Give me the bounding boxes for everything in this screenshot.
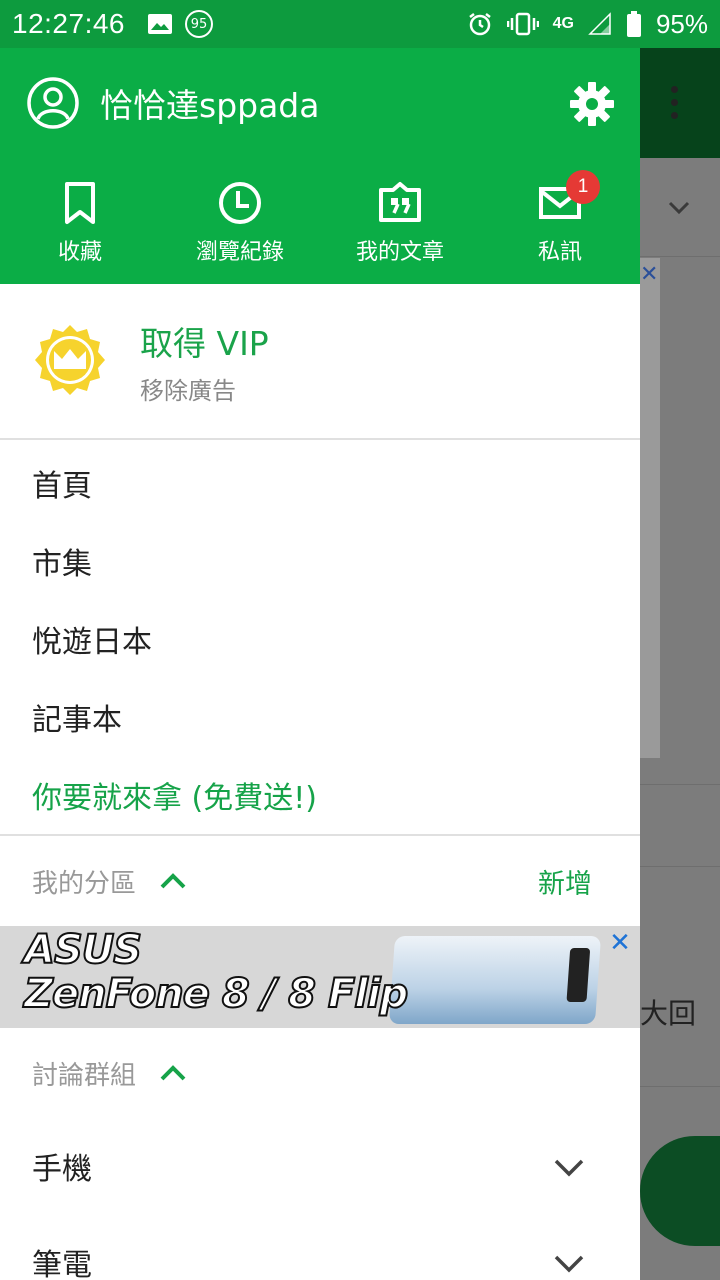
battery-icon <box>626 11 641 37</box>
drawer-header: 恰恰達sppada 收藏 瀏覽紀錄 我的文章 1 私訊 <box>0 48 640 284</box>
user-profile-row[interactable]: 恰恰達sppada <box>0 48 640 158</box>
vip-subtitle: 移除廣告 <box>140 376 236 405</box>
quick-action-my-posts[interactable]: 我的文章 <box>320 158 480 284</box>
quick-action-label: 收藏 <box>57 240 102 265</box>
quote-icon <box>379 182 421 222</box>
main-menu: 首頁 市集 悅遊日本 記事本 你要就來拿 (免費送!) <box>0 440 640 836</box>
clock-icon <box>219 182 261 224</box>
ad-close-icon[interactable]: ✕ <box>608 930 632 956</box>
divider <box>640 866 720 867</box>
background-text: 大回 <box>640 997 697 1030</box>
navigation-drawer: 恰恰達sppada 收藏 瀏覽紀錄 我的文章 1 私訊 取得 VIP 移除廣告 … <box>0 48 640 1280</box>
vip-promo[interactable]: 取得 VIP 移除廣告 <box>0 284 640 440</box>
divider <box>640 784 720 785</box>
overflow-menu-icon[interactable] <box>668 86 680 125</box>
menu-item-free-giveaway[interactable]: 你要就來拿 (免費送!) <box>0 756 640 834</box>
quick-actions: 收藏 瀏覽紀錄 我的文章 1 私訊 <box>0 158 640 284</box>
image-icon <box>148 14 172 34</box>
divider <box>640 1086 720 1087</box>
chevron-up-icon[interactable] <box>158 1058 188 1088</box>
quick-action-label: 我的文章 <box>355 240 444 265</box>
signal-icon <box>588 12 611 35</box>
my-boards-title: 我的分區 <box>32 868 137 899</box>
my-boards-header[interactable]: 我的分區 新增 <box>0 836 640 926</box>
network-type: 4G <box>552 15 574 32</box>
ad-banner[interactable]: ASUS ZenFone 8 / 8 Flip ✕ <box>0 926 640 1028</box>
notification-count-icon: 95 <box>185 10 213 38</box>
unread-badge: 1 <box>566 170 600 204</box>
background-app[interactable]: ✕ 大回 <box>640 48 720 1280</box>
chevron-down-icon[interactable] <box>552 1149 586 1183</box>
menu-item-home[interactable]: 首頁 <box>0 444 640 522</box>
status-bar: 12:27:46 95 4G 95% <box>0 0 720 48</box>
username[interactable]: 恰恰達sppada <box>100 79 319 127</box>
quick-action-label: 私訊 <box>537 240 582 265</box>
chevron-down-icon[interactable] <box>666 194 692 220</box>
quick-action-label: 瀏覽紀錄 <box>195 240 284 265</box>
group-item-phones[interactable]: 手機 <box>0 1118 640 1214</box>
close-icon[interactable]: ✕ <box>640 262 658 287</box>
chevron-up-icon[interactable] <box>158 866 188 896</box>
group-label: 筆電 <box>32 1248 92 1280</box>
battery-level: 95% <box>655 8 708 39</box>
add-board-button[interactable]: 新增 <box>538 862 592 901</box>
menu-item-notebook[interactable]: 記事本 <box>0 678 640 756</box>
quick-action-bookmarks[interactable]: 收藏 <box>0 158 160 284</box>
groups-title: 討論群組 <box>32 1060 137 1091</box>
menu-item-japan-travel[interactable]: 悅遊日本 <box>0 600 640 678</box>
ad-text: ASUS ZenFone 8 / 8 Flip <box>23 927 409 1017</box>
user-avatar-icon[interactable] <box>26 76 80 130</box>
quick-action-messages[interactable]: 1 私訊 <box>480 158 640 284</box>
bookmark-icon <box>65 182 95 224</box>
divider <box>640 256 720 257</box>
menu-item-market[interactable]: 市集 <box>0 522 640 600</box>
vibrate-icon <box>506 12 539 36</box>
alarm-icon <box>468 13 491 36</box>
background-toolbar <box>640 48 720 158</box>
chevron-down-icon[interactable] <box>552 1245 586 1279</box>
background-ad-card <box>640 258 660 758</box>
vip-title: 取得 VIP <box>140 323 269 363</box>
quick-action-history[interactable]: 瀏覽紀錄 <box>160 158 320 284</box>
group-item-laptops[interactable]: 筆電 <box>0 1214 640 1280</box>
status-time: 12:27:46 <box>12 8 125 39</box>
phone-image <box>388 936 602 1024</box>
crown-badge-icon <box>35 325 105 395</box>
groups-header[interactable]: 討論群組 <box>0 1028 640 1118</box>
settings-gear-icon[interactable] <box>568 80 616 128</box>
floating-action-button[interactable] <box>640 1136 720 1246</box>
group-label: 手機 <box>32 1152 92 1187</box>
